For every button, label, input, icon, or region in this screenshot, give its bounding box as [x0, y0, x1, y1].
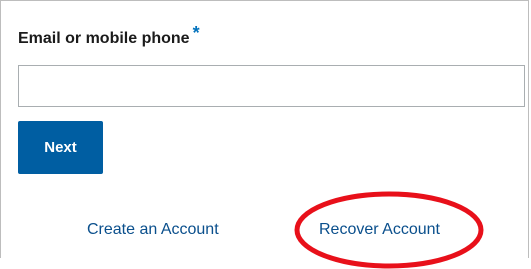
- create-account-link[interactable]: Create an Account: [87, 220, 219, 240]
- login-panel: Email or mobile phone * Next Create an A…: [0, 0, 529, 269]
- email-field-label: Email or mobile phone: [18, 30, 190, 47]
- email-or-phone-input[interactable]: [18, 65, 525, 107]
- next-button[interactable]: Next: [18, 121, 103, 174]
- email-label-row: Email or mobile phone *: [18, 23, 200, 49]
- required-asterisk: *: [192, 23, 200, 43]
- recover-account-link[interactable]: Recover Account: [319, 220, 440, 240]
